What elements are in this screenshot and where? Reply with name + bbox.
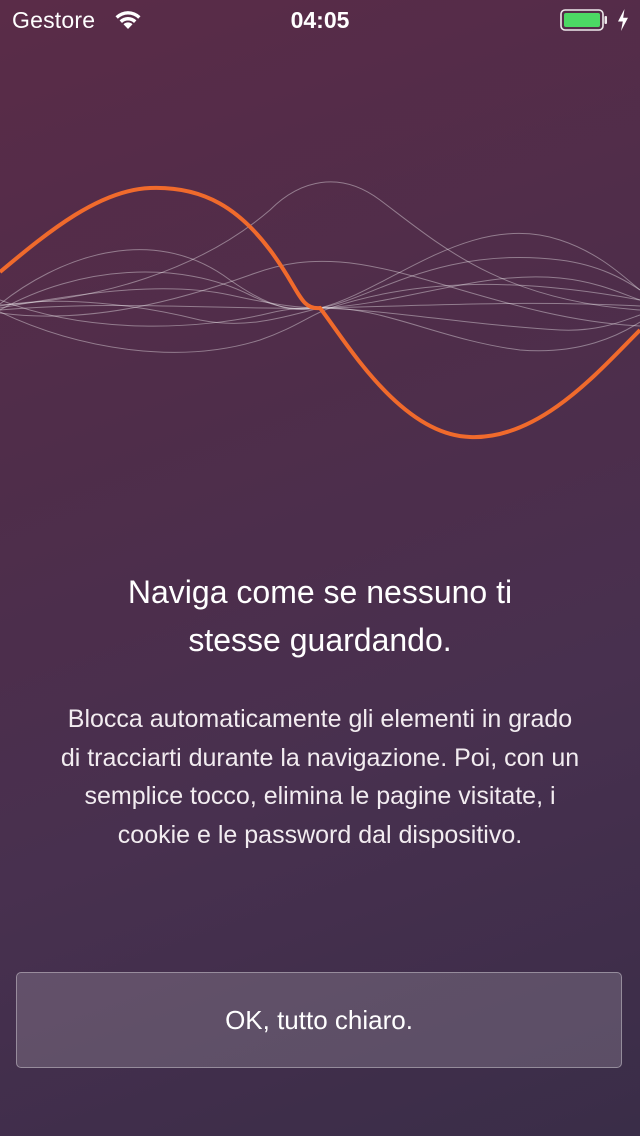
charging-bolt-icon — [618, 9, 628, 31]
clock: 04:05 — [290, 7, 350, 33]
headline-line: stesse guardando. — [188, 622, 452, 658]
headline-line: Naviga come se nessuno ti — [127, 574, 513, 610]
description-line: di tracciarti durante la navigazione. Po… — [60, 743, 580, 772]
onboarding-headline: Naviga come se nessuno ti stesse guardan… — [60, 568, 580, 664]
sound-wave-illustration — [0, 181, 640, 440]
ok-got-it-button[interactable]: OK, tutto chiaro. — [16, 972, 622, 1068]
status-bar: Gestore 04:05 — [0, 0, 640, 40]
battery-icon — [560, 9, 607, 31]
description-line: cookie e le password dal dispositivo. — [117, 820, 523, 849]
description-line: Blocca automaticamente gli elementi in g… — [67, 705, 573, 733]
description-line: semplice tocco, elimina le pagine visita… — [84, 782, 556, 810]
onboarding-description: Blocca automaticamente gli elementi in g… — [14, 700, 626, 854]
